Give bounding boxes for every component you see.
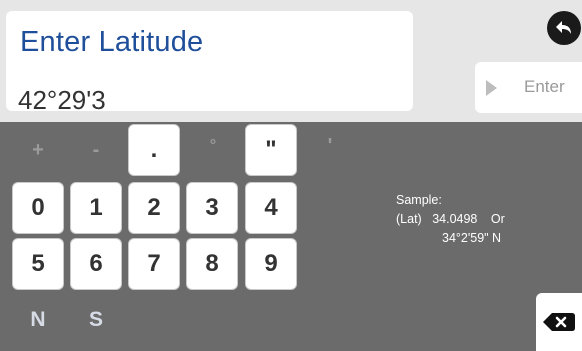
minutes-key[interactable]: ' <box>310 118 350 174</box>
digit-key-6[interactable]: 6 <box>70 238 122 290</box>
backspace-button[interactable] <box>536 293 582 351</box>
degree-key[interactable]: ° <box>193 118 233 174</box>
dot-key[interactable]: . <box>128 124 180 176</box>
back-button[interactable] <box>547 11 581 45</box>
digit-key-1[interactable]: 1 <box>70 182 122 234</box>
latitude-value: 42°29'3 <box>18 85 106 115</box>
sample-prefix: (Lat) <box>396 212 422 226</box>
entry-area: Enter Latitude 42°29'3 Enter <box>0 0 582 122</box>
enter-button[interactable]: Enter <box>475 62 582 113</box>
sample-or: Or <box>490 212 505 226</box>
play-triangle-icon <box>486 80 497 96</box>
enter-label: Enter <box>524 77 565 96</box>
minus-key[interactable]: - <box>76 122 116 178</box>
digit-key-4[interactable]: 4 <box>245 182 297 234</box>
digit-key-3[interactable]: 3 <box>186 182 238 234</box>
back-arrow-icon <box>556 21 571 34</box>
sample-hint: Sample: (Lat) 34.0498 Or 34°2'59" N <box>396 191 505 248</box>
seconds-key[interactable]: " <box>245 124 297 176</box>
north-key[interactable]: N <box>18 300 58 340</box>
digit-key-2[interactable]: 2 <box>128 182 180 234</box>
sample-heading: Sample: <box>396 193 442 207</box>
sample-dms: 34°2'59" N <box>442 231 502 245</box>
south-key[interactable]: S <box>76 300 116 340</box>
digit-key-9[interactable]: 9 <box>245 238 297 290</box>
digit-key-0[interactable]: 0 <box>12 182 64 234</box>
sample-decimal: 34.0498 <box>432 212 478 226</box>
plus-key[interactable]: + <box>18 122 58 178</box>
sample-decimal-line: (Lat) 34.0498 Or <box>396 210 505 229</box>
digit-key-7[interactable]: 7 <box>128 238 180 290</box>
page-title: Enter Latitude <box>20 26 204 58</box>
digit-key-5[interactable]: 5 <box>12 238 64 290</box>
digit-key-8[interactable]: 8 <box>186 238 238 290</box>
input-display[interactable]: Enter Latitude 42°29'3 <box>6 11 413 115</box>
backspace-icon <box>543 313 575 331</box>
